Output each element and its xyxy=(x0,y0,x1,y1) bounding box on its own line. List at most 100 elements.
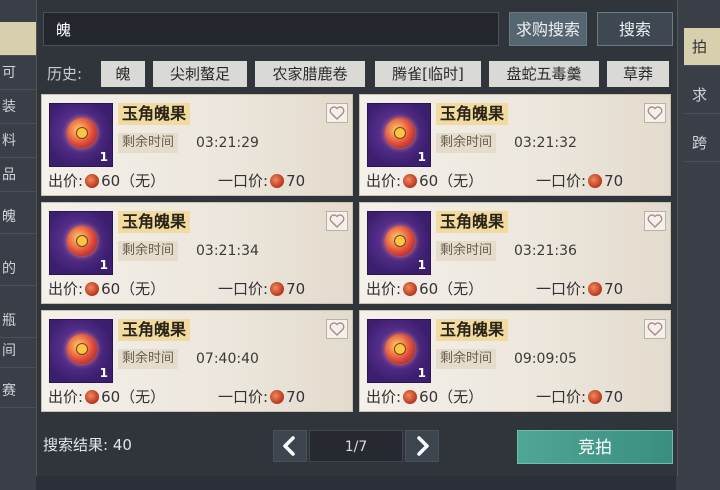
buyout-price: 一口价: 70 xyxy=(218,172,306,190)
coin-icon xyxy=(588,174,603,188)
remaining-time: 03:21:36 xyxy=(514,243,577,259)
right-tab-strip: 拍 求 跨 xyxy=(676,0,720,490)
item-thumbnail: 1 xyxy=(367,319,431,383)
item-quantity: 1 xyxy=(99,258,108,272)
page-indicator: 1/7 xyxy=(309,430,403,462)
coin-icon xyxy=(270,174,285,188)
heart-icon[interactable] xyxy=(326,103,348,123)
item-name: 玉角魄果 xyxy=(118,103,191,125)
remaining-time-label: 剩余时间 xyxy=(118,349,179,369)
item-name: 玉角魄果 xyxy=(118,319,191,341)
item-thumbnail: 1 xyxy=(49,103,113,167)
fruit-item-icon xyxy=(385,118,415,148)
heart-icon[interactable] xyxy=(644,319,666,339)
heart-icon[interactable] xyxy=(644,211,666,231)
fruit-item-icon xyxy=(385,334,415,364)
bid-button[interactable]: 竞拍 xyxy=(517,430,673,464)
history-chip[interactable]: 魄 xyxy=(101,61,145,87)
coin-icon xyxy=(85,282,100,296)
footer-bar: 搜索结果: 40 1/7 竞拍 xyxy=(37,426,677,466)
remaining-time: 03:21:34 xyxy=(196,243,259,259)
bid-price: 出价: 60（无） xyxy=(366,388,484,406)
history-chip[interactable]: 腾雀[临时] xyxy=(375,61,481,87)
history-label: 历史: xyxy=(47,65,83,83)
fruit-item-icon xyxy=(385,226,415,256)
remaining-time: 03:21:29 xyxy=(196,135,259,151)
listing-card[interactable]: 1 玉角魄果 剩余时间 03:21:32 出价: 60（无） 一口价: 70 xyxy=(359,94,671,196)
listing-card[interactable]: 1 玉角魄果 剩余时间 03:21:29 出价: 60（无） 一口价: 70 xyxy=(41,94,353,196)
remaining-time: 07:40:40 xyxy=(196,351,259,367)
item-thumbnail: 1 xyxy=(367,103,431,167)
bid-price: 出价: 60（无） xyxy=(48,280,166,298)
bid-price: 出价: 60（无） xyxy=(48,388,166,406)
search-button[interactable]: 搜索 xyxy=(597,12,673,46)
heart-icon[interactable] xyxy=(326,211,348,231)
left-tab-2[interactable]: 装 xyxy=(0,90,36,124)
left-tab-9[interactable]: 赛 xyxy=(0,374,36,408)
left-tab-1[interactable]: 可 xyxy=(0,56,36,90)
item-quantity: 1 xyxy=(417,366,426,380)
item-name: 玉角魄果 xyxy=(436,103,509,125)
remaining-time: 09:09:05 xyxy=(514,351,577,367)
left-tab-3[interactable]: 料 xyxy=(0,124,36,158)
listing-card[interactable]: 1 玉角魄果 剩余时间 07:40:40 出价: 60（无） 一口价: 70 xyxy=(41,310,353,412)
item-quantity: 1 xyxy=(417,150,426,164)
chevron-left-icon[interactable] xyxy=(273,430,307,462)
buyout-price: 一口价: 70 xyxy=(218,280,306,298)
left-tab-6[interactable]: 的 xyxy=(0,252,36,286)
item-quantity: 1 xyxy=(99,366,108,380)
bid-price: 出价: 60（无） xyxy=(48,172,166,190)
auction-panel: 求购搜索 搜索 历史: 魄 尖刺螯足 农家腊鹿卷 腾雀[临时] 盘蛇五毒羹 草莽… xyxy=(36,0,678,476)
coin-icon xyxy=(403,174,418,188)
search-result-count: 搜索结果: 40 xyxy=(43,436,132,454)
right-tab-request[interactable]: 求 xyxy=(684,76,720,114)
buyout-price: 一口价: 70 xyxy=(536,388,624,406)
left-tab-7[interactable]: 瓶 xyxy=(0,304,36,338)
right-tab-auction[interactable]: 拍 xyxy=(684,28,720,66)
item-name: 玉角魄果 xyxy=(118,211,191,233)
heart-icon[interactable] xyxy=(326,319,348,339)
coin-icon xyxy=(588,282,603,296)
fruit-item-icon xyxy=(67,118,97,148)
item-quantity: 1 xyxy=(417,258,426,272)
search-input[interactable] xyxy=(44,13,498,45)
remaining-time-label: 剩余时间 xyxy=(118,133,179,153)
remaining-time: 03:21:32 xyxy=(514,135,577,151)
item-name: 玉角魄果 xyxy=(436,319,509,341)
history-chip[interactable]: 盘蛇五毒羹 xyxy=(489,61,599,87)
left-tab-8[interactable]: 间 xyxy=(0,334,36,368)
left-tab-4[interactable]: 品 xyxy=(0,158,36,192)
left-tab-0[interactable] xyxy=(0,22,36,56)
left-tab-5[interactable]: 魄 xyxy=(0,200,36,234)
fruit-item-icon xyxy=(67,334,97,364)
remaining-time-label: 剩余时间 xyxy=(118,241,179,261)
right-tab-cross[interactable]: 跨 xyxy=(684,124,720,162)
item-thumbnail: 1 xyxy=(367,211,431,275)
remaining-time-label: 剩余时间 xyxy=(436,241,497,261)
bid-price: 出价: 60（无） xyxy=(366,172,484,190)
buy-search-button[interactable]: 求购搜索 xyxy=(509,12,587,46)
buyout-price: 一口价: 70 xyxy=(218,388,306,406)
history-chip[interactable]: 尖刺螯足 xyxy=(153,61,247,87)
item-thumbnail: 1 xyxy=(49,319,113,383)
heart-icon[interactable] xyxy=(644,103,666,123)
search-bar xyxy=(43,12,499,46)
history-chip[interactable]: 草莽 xyxy=(607,61,669,87)
listing-card[interactable]: 1 玉角魄果 剩余时间 09:09:05 出价: 60（无） 一口价: 70 xyxy=(359,310,671,412)
coin-icon xyxy=(85,390,100,404)
history-chip[interactable]: 农家腊鹿卷 xyxy=(255,61,365,87)
left-category-strip: 可 装 料 品 魄 的 瓶 间 赛 xyxy=(0,0,36,490)
item-name: 玉角魄果 xyxy=(436,211,509,233)
listing-card[interactable]: 1 玉角魄果 剩余时间 03:21:36 出价: 60（无） 一口价: 70 xyxy=(359,202,671,304)
buyout-price: 一口价: 70 xyxy=(536,280,624,298)
bid-price: 出价: 60（无） xyxy=(366,280,484,298)
item-quantity: 1 xyxy=(99,150,108,164)
coin-icon xyxy=(85,174,100,188)
item-thumbnail: 1 xyxy=(49,211,113,275)
search-history: 历史: 魄 尖刺螯足 农家腊鹿卷 腾雀[临时] 盘蛇五毒羹 草莽 xyxy=(37,60,677,88)
buyout-price: 一口价: 70 xyxy=(536,172,624,190)
fruit-item-icon xyxy=(67,226,97,256)
listing-card[interactable]: 1 玉角魄果 剩余时间 03:21:34 出价: 60（无） 一口价: 70 xyxy=(41,202,353,304)
coin-icon xyxy=(403,390,418,404)
chevron-right-icon[interactable] xyxy=(405,430,439,462)
